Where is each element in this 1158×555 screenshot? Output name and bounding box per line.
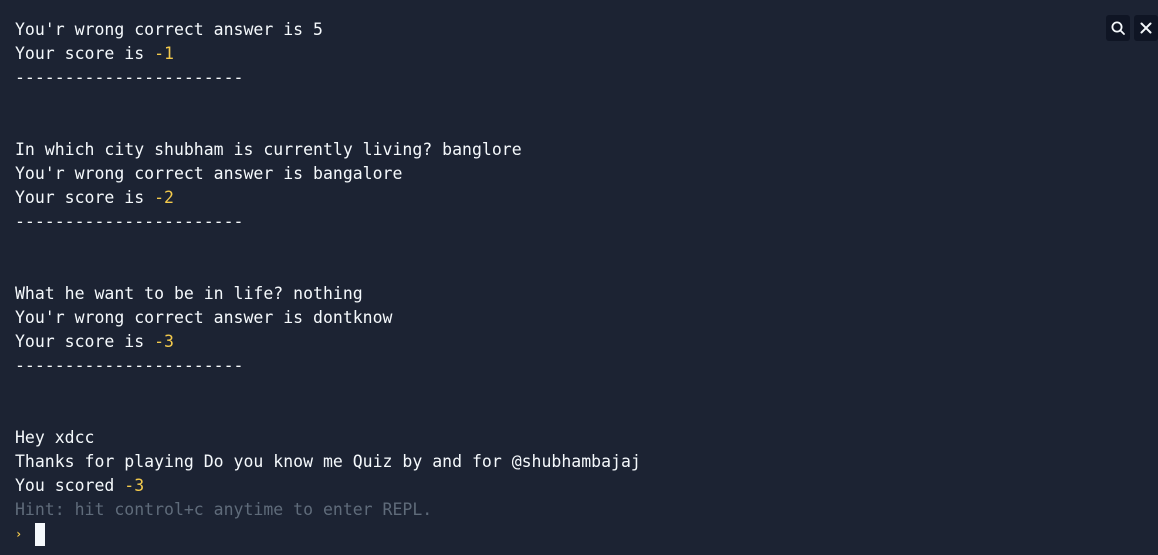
output-line: You'r wrong correct answer is dontknow — [15, 308, 393, 327]
console-panel[interactable]: You'r wrong correct answer is 5 Your scor… — [0, 0, 1158, 555]
search-button[interactable] — [1106, 15, 1130, 41]
score-label: You scored — [15, 476, 125, 495]
close-button[interactable] — [1134, 15, 1158, 41]
hint-line: Hint: hit control+c anytime to enter REP… — [15, 500, 433, 519]
output-line: ----------------------- — [15, 356, 244, 375]
score-line: Your score is -3 — [15, 330, 641, 354]
output-line: ----------------------- — [15, 212, 244, 231]
score-value: -1 — [154, 44, 174, 63]
output-line: ----------------------- — [15, 68, 244, 87]
search-icon — [1111, 21, 1125, 35]
score-label: Your score is — [15, 44, 155, 63]
output-line: You'r wrong correct answer is 5 — [15, 20, 323, 39]
input-prompt-row[interactable]: › — [15, 522, 641, 546]
score-value: -2 — [154, 188, 174, 207]
score-line: Your score is -1 — [15, 42, 641, 66]
output-line: Thanks for playing Do you know me Quiz b… — [15, 452, 641, 471]
output-line: In which city shubham is currently livin… — [15, 140, 522, 159]
score-value: -3 — [154, 332, 174, 351]
close-icon — [1140, 22, 1152, 34]
output-line: Hey xdcc — [15, 428, 95, 447]
score-line: You scored -3 — [15, 474, 641, 498]
text-cursor[interactable] — [35, 522, 45, 546]
score-value: -3 — [124, 476, 145, 495]
score-label: Your score is — [15, 332, 155, 351]
score-line: Your score is -2 — [15, 186, 641, 210]
output-line: You'r wrong correct answer is bangalore — [15, 164, 403, 183]
console-output: You'r wrong correct answer is 5 Your scor… — [15, 18, 641, 546]
prompt-chevron-icon: › — [15, 527, 23, 541]
output-line: What he want to be in life? nothing — [15, 284, 363, 303]
console-toolbar — [1106, 15, 1158, 41]
score-label: Your score is — [15, 188, 155, 207]
